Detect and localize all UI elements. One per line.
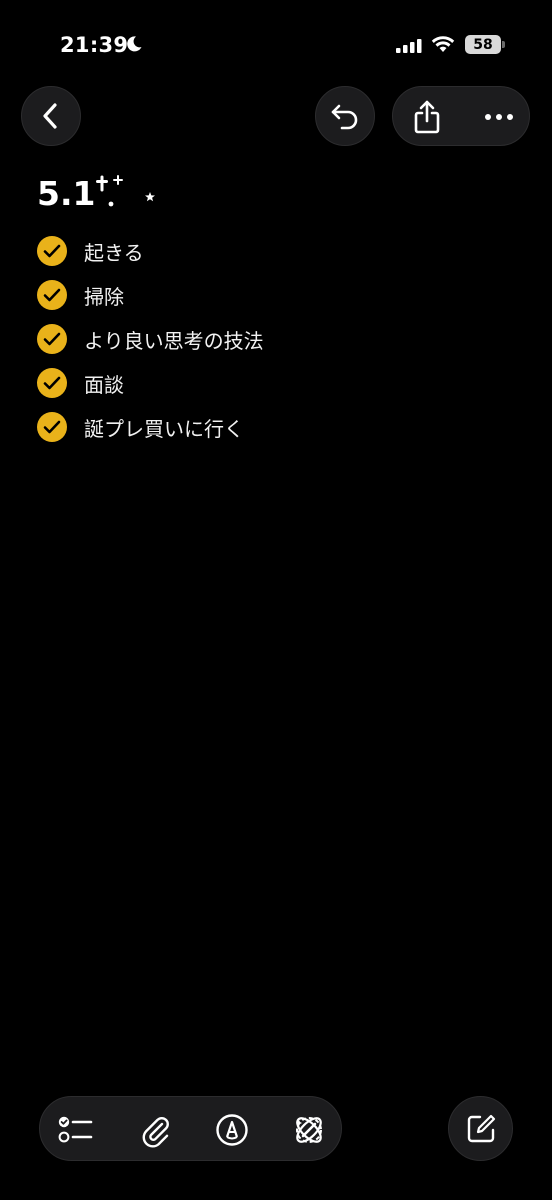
markup-button[interactable] — [202, 1097, 262, 1162]
undo-button[interactable] — [315, 86, 375, 146]
markup-pen-icon — [216, 1113, 248, 1146]
note-title: 5.1 — [37, 174, 96, 213]
writing-tools-button[interactable] — [279, 1097, 339, 1162]
checklist-item: 面談 — [37, 361, 264, 405]
checklist-icon — [58, 1116, 93, 1142]
checklist-button[interactable] — [46, 1097, 106, 1162]
checklist-item-label[interactable]: 誕プレ買いに行く — [84, 413, 244, 442]
undo-icon — [331, 104, 358, 130]
checkbox-checked[interactable] — [37, 368, 67, 398]
checkmark-icon — [43, 420, 61, 434]
more-button[interactable] — [477, 87, 521, 147]
attachment-button[interactable] — [125, 1097, 185, 1162]
share-button[interactable] — [405, 87, 449, 147]
checklist-item: 誕プレ買いに行く — [37, 405, 264, 449]
cellular-signal-icon — [396, 38, 422, 57]
checkmark-icon — [43, 376, 61, 390]
battery-cap — [502, 41, 505, 48]
ellipsis-icon — [485, 114, 513, 120]
checkmark-icon — [43, 244, 61, 258]
compose-icon — [467, 1114, 495, 1142]
moon-icon — [125, 35, 143, 57]
checkmark-icon — [43, 288, 61, 302]
compose-button[interactable] — [448, 1096, 513, 1161]
checklist-item-label[interactable]: 起きる — [84, 237, 144, 266]
paperclip-icon — [142, 1116, 169, 1147]
checklist: 起きる 掃除 より良い思考の技法 面談 誕プレ買いに行く — [37, 229, 264, 449]
checkbox-checked[interactable] — [37, 280, 67, 310]
status-bar: 21:39 58 — [0, 0, 552, 80]
battery-indicator: 58 — [465, 35, 501, 54]
status-time: 21:39 — [60, 33, 129, 57]
checklist-item-label[interactable]: 掃除 — [84, 281, 124, 310]
checklist-item: 掃除 — [37, 273, 264, 317]
checkbox-checked[interactable] — [37, 412, 67, 442]
checklist-item-label[interactable]: より良い思考の技法 — [84, 325, 264, 354]
share-icon — [414, 100, 440, 134]
notes-screen: 21:39 58 5.1 起きる 掃除 より良い思考の技法 面談 誕プレ買いに行… — [0, 0, 552, 1200]
checkbox-checked[interactable] — [37, 324, 67, 354]
back-button[interactable] — [21, 86, 81, 146]
wifi-icon — [431, 35, 455, 57]
checkmark-icon — [43, 332, 61, 346]
writing-tools-icon — [296, 1116, 322, 1143]
share-more-group — [392, 86, 530, 146]
bottom-toolbar — [39, 1096, 342, 1161]
checklist-item-label[interactable]: 面談 — [84, 369, 124, 398]
cross-star-moon-decoration — [96, 175, 156, 208]
checklist-item: より良い思考の技法 — [37, 317, 264, 361]
chevron-left-icon — [43, 103, 57, 129]
checkbox-checked[interactable] — [37, 236, 67, 266]
note-title-row[interactable]: 5.1 — [37, 174, 159, 213]
checklist-item: 起きる — [37, 229, 264, 273]
